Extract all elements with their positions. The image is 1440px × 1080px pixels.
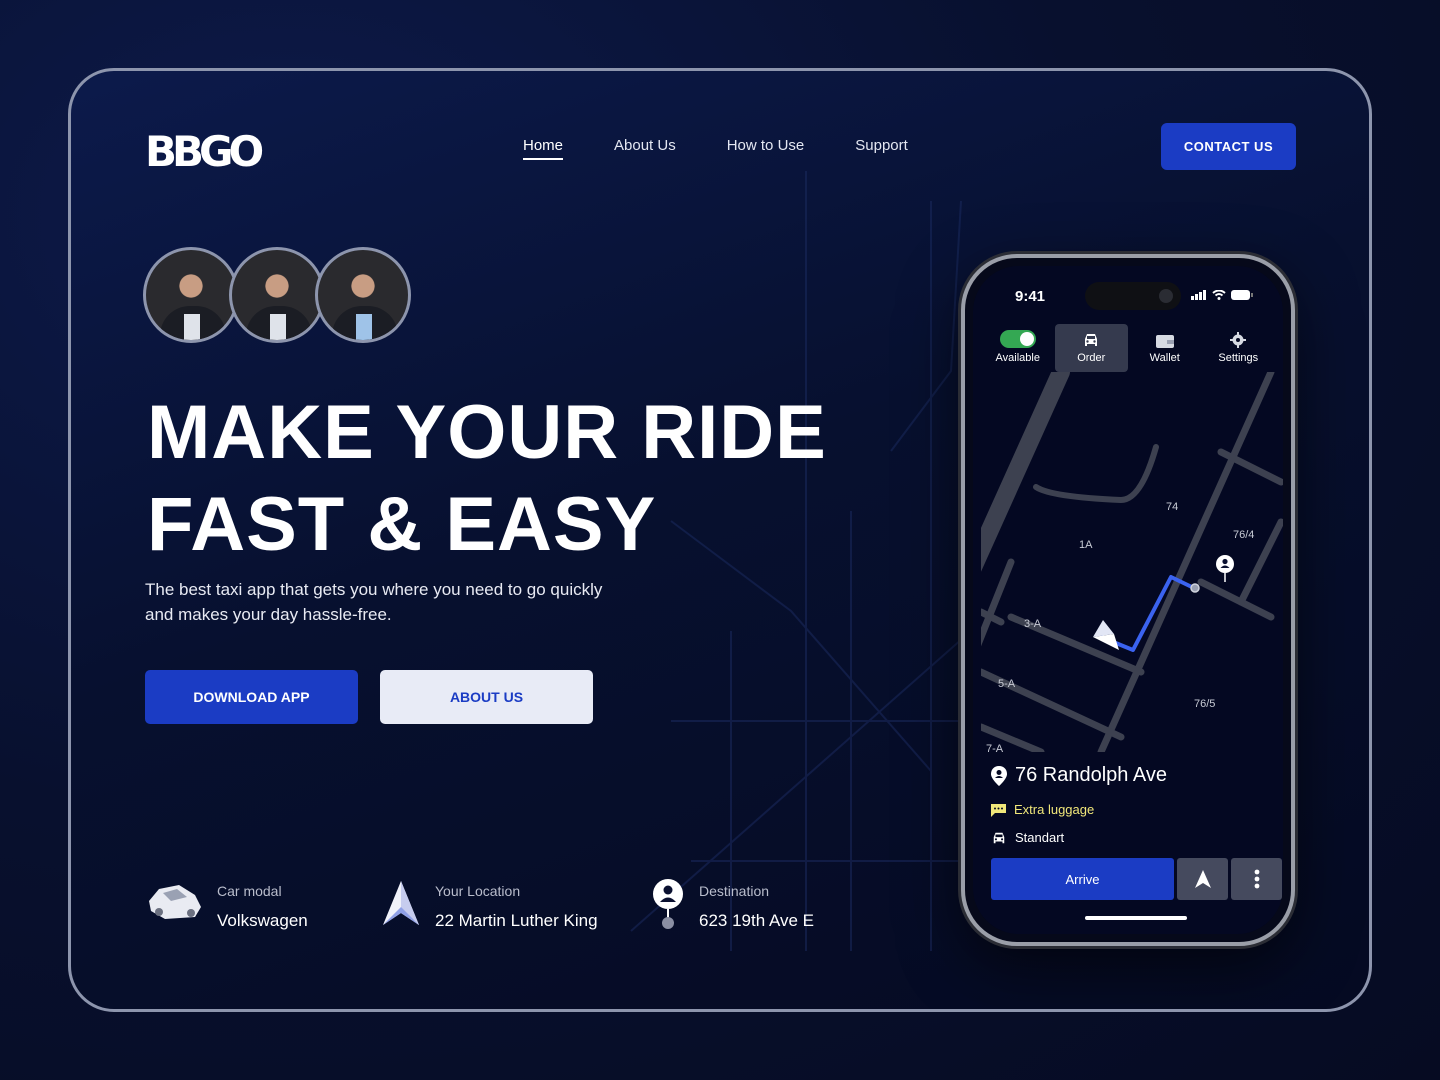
info-value: 623 19th Ave E [699, 911, 815, 930]
brand-logo[interactable]: BBGO [145, 127, 264, 176]
avatar [315, 247, 411, 343]
map-label: 76/4 [1233, 529, 1254, 541]
tab-settings[interactable]: Settings [1202, 324, 1276, 372]
car-icon [145, 879, 203, 928]
dynamic-island [1085, 282, 1181, 310]
map-label: 1A [1079, 539, 1093, 551]
note-text: Extra luggage [1014, 802, 1095, 817]
driver-avatars [143, 247, 411, 343]
wallet-icon [1155, 335, 1174, 348]
ride-class: Standart [991, 830, 1064, 845]
gear-icon [1230, 332, 1247, 348]
tab-available[interactable]: Available [981, 324, 1055, 372]
map-label: 7-A [986, 743, 1004, 752]
ride-sheet: 76 Randolph Ave Extra luggage Standart A… [981, 752, 1282, 934]
car-icon [993, 832, 1005, 843]
tab-label: Settings [1218, 352, 1259, 364]
tab-order[interactable]: Order [1054, 324, 1128, 372]
tab-wallet[interactable]: Wallet [1128, 324, 1202, 372]
ride-note: Extra luggage [991, 802, 1094, 817]
phone-screen: 9:41 Available Order Wallet Settings 74 … [973, 266, 1283, 934]
tab-label: Available [995, 352, 1040, 364]
info-value: 22 Martin Luther King [435, 911, 598, 930]
map-label: 74 [1166, 501, 1178, 513]
camera-icon [1159, 289, 1173, 303]
phone-mockup: 9:41 Available Order Wallet Settings 74 … [961, 254, 1295, 946]
phone-tabs: Available Order Wallet Settings [981, 324, 1275, 372]
info-label: Destination [699, 883, 770, 899]
address-text: 76 Randolph Ave [1015, 764, 1167, 786]
navigation-arrow-icon [381, 879, 421, 932]
nav-support[interactable]: Support [855, 137, 908, 160]
car-class-text: Standart [1015, 830, 1065, 845]
landing-frame: BBGO Home About Us How to Use Support CO… [68, 68, 1372, 1012]
main-nav: Home About Us How to Use Support [523, 137, 959, 160]
map-label: 5-A [998, 678, 1016, 690]
nav-how-to-use[interactable]: How to Use [727, 137, 805, 160]
map-label: 76/5 [1194, 698, 1215, 710]
message-icon [991, 803, 1006, 817]
location-pin-icon [991, 765, 1007, 786]
info-label: Your Location [435, 883, 521, 899]
signal-icon [1191, 290, 1206, 300]
info-your-location: Your Location 22 Martin Luther King [381, 879, 598, 932]
hero-headline: MAKE YOUR RIDE FAST & EASY [147, 387, 827, 571]
info-value: Volkswagen [217, 911, 308, 930]
route-endpoint [1190, 583, 1200, 593]
navigate-button[interactable] [1177, 858, 1228, 900]
contact-us-button[interactable]: CONTACT US [1161, 123, 1296, 170]
more-vertical-icon [1254, 869, 1259, 889]
status-icons [1191, 290, 1253, 300]
availability-toggle[interactable] [999, 330, 1036, 348]
avatar [229, 247, 325, 343]
wifi-icon [1212, 290, 1226, 300]
nav-home[interactable]: Home [523, 137, 564, 160]
pickup-address: 76 Randolph Ave [991, 764, 1167, 787]
arrive-button[interactable]: Arrive [991, 858, 1174, 900]
tab-label: Order [1077, 352, 1106, 364]
map-label: 3-A [1024, 618, 1042, 630]
battery-icon [1231, 290, 1253, 300]
route-map[interactable]: 74 76/4 1A 3-A 5-A 76/5 7-A [981, 372, 1283, 752]
avatar [143, 247, 239, 343]
info-label: Car modal [217, 883, 282, 899]
home-indicator[interactable] [1085, 916, 1187, 920]
download-app-button[interactable]: DOWNLOAD APP [145, 670, 358, 724]
destination-pin-icon [651, 879, 685, 936]
info-destination: Destination 623 19th Ave E [651, 879, 814, 936]
car-icon [1085, 334, 1098, 346]
info-car-model: Car modal Volkswagen [145, 879, 308, 931]
hero-subtitle: The best taxi app that gets you where yo… [145, 580, 603, 624]
more-options-button[interactable] [1231, 858, 1282, 900]
headline-line-2: FAST & EASY [147, 482, 657, 567]
about-us-button[interactable]: ABOUT US [380, 670, 593, 724]
status-time: 9:41 [1015, 288, 1046, 305]
tab-label: Wallet [1149, 352, 1180, 364]
nav-about-us[interactable]: About Us [614, 137, 676, 160]
navigation-arrow-icon [1194, 870, 1211, 888]
headline-line-1: MAKE YOUR RIDE [147, 390, 827, 475]
passenger-pin-icon [1216, 555, 1234, 582]
